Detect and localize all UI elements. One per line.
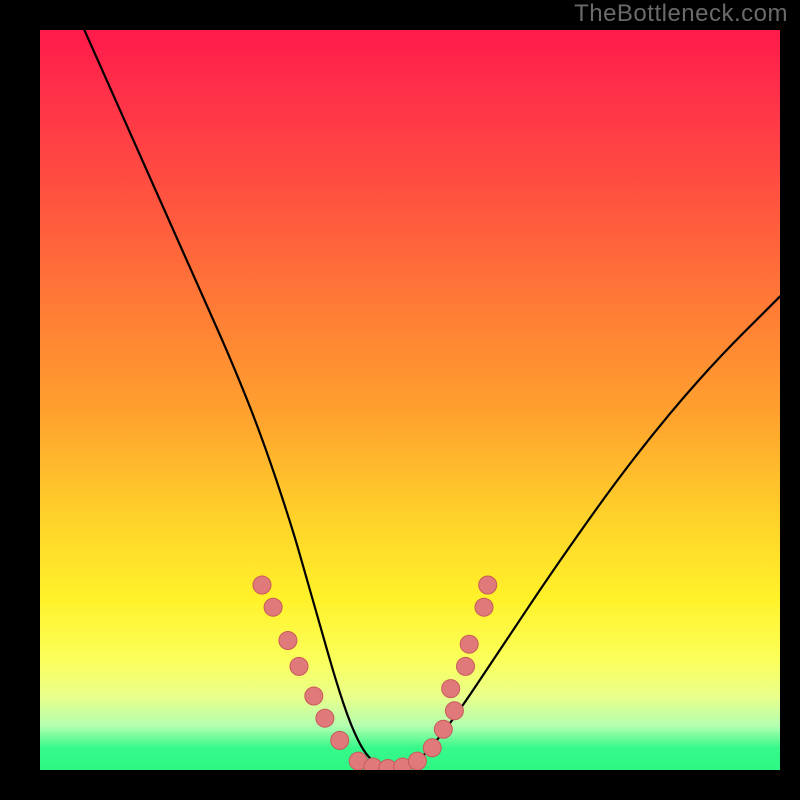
curve-markers: [253, 576, 497, 770]
marker-right-3: [445, 702, 463, 720]
marker-left-7: [331, 731, 349, 749]
marker-right-8: [479, 576, 497, 594]
marker-left-4: [290, 657, 308, 675]
marker-left-3: [279, 632, 297, 650]
marker-right-7: [475, 598, 493, 616]
marker-right-2: [434, 720, 452, 738]
bottleneck-curve: [84, 30, 780, 769]
chart-svg: [40, 30, 780, 770]
marker-left-2: [264, 598, 282, 616]
marker-right-4: [442, 680, 460, 698]
plot-area: [40, 30, 780, 770]
marker-min-5: [408, 752, 426, 770]
chart-frame: TheBottleneck.com: [0, 0, 800, 800]
marker-right-6: [460, 635, 478, 653]
marker-left-6: [316, 709, 334, 727]
marker-right-1: [423, 739, 441, 757]
marker-right-5: [457, 657, 475, 675]
marker-left-1: [253, 576, 271, 594]
watermark-text: TheBottleneck.com: [574, 0, 788, 28]
marker-left-5: [305, 687, 323, 705]
